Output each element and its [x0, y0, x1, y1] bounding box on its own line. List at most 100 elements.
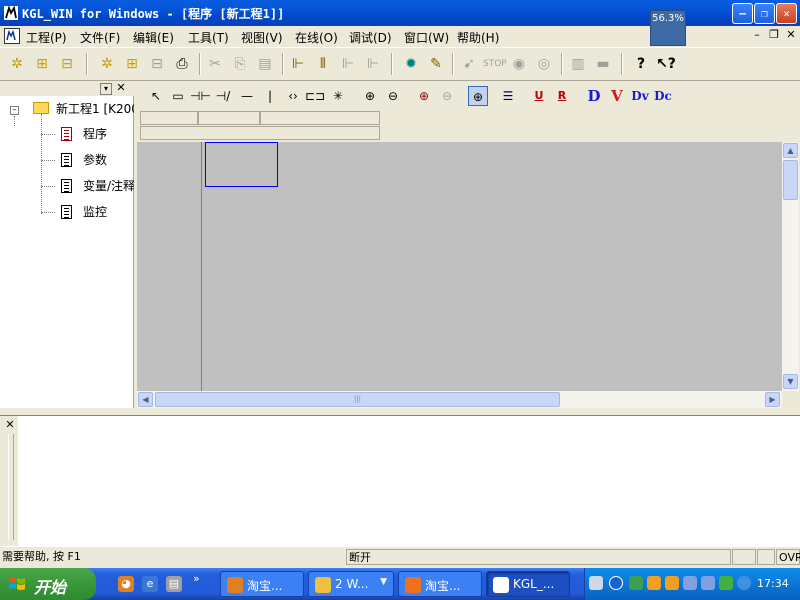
new-project-icon[interactable]: ✲	[6, 53, 28, 75]
context-help-icon[interactable]: ↖?	[655, 53, 677, 75]
ladder-delete-icon[interactable]: ⊩	[337, 53, 359, 75]
scroll-up-icon[interactable]: ▲	[783, 143, 798, 158]
pin-icon[interactable]: ▾	[100, 83, 112, 95]
horizontal-scroll-thumb[interactable]: |||	[155, 392, 560, 407]
save-project-icon[interactable]: ⊟	[56, 53, 78, 75]
zoom-fit-icon[interactable]: ⊕	[468, 86, 488, 106]
vertical-line-icon[interactable]: |	[260, 86, 280, 106]
align-icon[interactable]: ☰	[498, 86, 518, 106]
menu-project[interactable]: 工程(P)	[26, 29, 67, 46]
messenger-icon[interactable]	[719, 576, 733, 590]
task-kgl[interactable]: KGL_...	[486, 571, 570, 597]
ladder-insert-icon[interactable]: ⊩	[287, 53, 309, 75]
open-file-icon[interactable]: ⊞	[121, 53, 143, 75]
tree-close-icon[interactable]: ✕	[115, 82, 127, 95]
network-field[interactable]	[198, 111, 260, 125]
connect-icon[interactable]: ▥	[567, 53, 589, 75]
coil-icon[interactable]: ‹›	[283, 86, 303, 106]
disconnect-icon[interactable]: ▬	[592, 53, 614, 75]
mdi-restore-icon[interactable]: ❐	[767, 28, 781, 42]
print-icon[interactable]: ⎙	[171, 53, 193, 75]
menu-window[interactable]: 窗口(W)	[404, 29, 449, 46]
qq-icon[interactable]	[647, 576, 661, 590]
box-tool-icon[interactable]: ▭	[168, 86, 188, 106]
function-block-icon[interactable]: ⊏⊐	[305, 86, 325, 106]
tree-item-program[interactable]: 程序	[83, 125, 107, 143]
device-dc-icon[interactable]: Dc	[653, 86, 673, 106]
comment-field[interactable]	[260, 111, 380, 125]
zoom-out-large-icon[interactable]: ⊖	[437, 86, 457, 106]
ladder-compile-icon[interactable]: ⊩	[362, 53, 384, 75]
kgl-app-icon[interactable]	[3, 5, 19, 21]
ladder-editor[interactable]	[137, 142, 782, 391]
start-button[interactable]: 开始	[0, 568, 96, 600]
paste-icon[interactable]: ▤	[254, 53, 276, 75]
menu-help[interactable]: 帮助(H)	[457, 29, 499, 46]
task-taobao-1[interactable]: 淘宝...	[220, 571, 304, 597]
document-icon[interactable]	[4, 28, 20, 44]
tree-root-project[interactable]: 新工程1 [K200	[56, 100, 134, 118]
task-explorer[interactable]: 2 W... ▼	[308, 571, 394, 597]
network-connection-icon[interactable]	[683, 576, 697, 590]
run-icon[interactable]: ➹	[458, 53, 480, 75]
output-grip[interactable]	[8, 434, 14, 540]
quicklaunch-more-icon[interactable]: »	[193, 572, 200, 585]
qq-icon[interactable]	[665, 576, 679, 590]
edit-cursor[interactable]	[205, 142, 278, 187]
menu-file[interactable]: 文件(F)	[80, 29, 120, 46]
menu-debug[interactable]: 调试(D)	[349, 29, 392, 46]
address-field[interactable]	[140, 111, 198, 125]
select-arrow-icon[interactable]: ↖	[146, 86, 166, 106]
vertical-scrollbar[interactable]: ▲ ▼	[782, 142, 799, 391]
output-pane[interactable]: ✕	[0, 416, 800, 546]
device-d-icon[interactable]: D	[584, 86, 604, 106]
tray-back-icon[interactable]	[609, 576, 623, 590]
nc-contact-icon[interactable]: ⊣/⊢	[213, 86, 233, 123]
help-icon[interactable]: ?	[630, 53, 652, 75]
output-close-icon[interactable]: ✕	[4, 419, 16, 432]
tree-item-monitor[interactable]: 监控	[83, 203, 107, 221]
zoom-in-icon[interactable]: ⊕	[360, 86, 380, 106]
horizontal-line-icon[interactable]: —	[237, 86, 257, 106]
scroll-left-icon[interactable]: ◀	[138, 392, 153, 407]
network-icon[interactable]	[629, 576, 643, 590]
monitor-icon[interactable]: ◉	[508, 53, 530, 75]
clock[interactable]: 17:34	[757, 577, 789, 590]
keyboard-icon[interactable]	[589, 576, 603, 590]
description-field[interactable]	[140, 126, 380, 140]
tree-item-variables[interactable]: 变量/注释	[83, 177, 134, 195]
device-v-icon[interactable]: V	[607, 86, 627, 106]
zoom-in-large-icon[interactable]: ⊕	[414, 86, 434, 106]
network-connection-icon[interactable]	[701, 576, 715, 590]
mdi-minimize-icon[interactable]: –	[750, 28, 764, 42]
restore-button[interactable]: ❐	[754, 3, 775, 24]
minimize-button[interactable]: –	[732, 3, 753, 24]
scroll-right-icon[interactable]: ▶	[765, 392, 780, 407]
ie-icon[interactable]: e	[142, 576, 158, 592]
menu-view[interactable]: 视图(V)	[241, 29, 283, 46]
open-project-icon[interactable]: ⊞	[31, 53, 53, 75]
notepad-icon[interactable]: ▤	[166, 576, 182, 592]
save-file-icon[interactable]: ⊟	[146, 53, 168, 75]
delete-element-icon[interactable]: ✳	[328, 86, 348, 106]
scroll-down-icon[interactable]: ▼	[783, 374, 798, 389]
cut-icon[interactable]: ✂	[204, 53, 226, 75]
zoom-out-icon[interactable]: ⊖	[383, 86, 403, 106]
monitor-stop-icon[interactable]: ◎	[533, 53, 555, 75]
stop-icon[interactable]: STOP	[483, 53, 507, 75]
menu-tools[interactable]: 工具(T)	[188, 29, 229, 46]
pane-splitter[interactable]	[0, 408, 800, 416]
ie-tray-icon[interactable]	[737, 576, 751, 590]
mdi-close-icon[interactable]: ✕	[784, 28, 798, 42]
menu-online[interactable]: 在线(O)	[295, 29, 338, 46]
horizontal-scrollbar[interactable]: ◀ ||| ▶	[137, 391, 782, 408]
redo-icon[interactable]: R	[552, 86, 572, 106]
vertical-scroll-thumb[interactable]	[783, 160, 798, 200]
device-dv-icon[interactable]: Dv	[630, 86, 650, 106]
tree-item-parameters[interactable]: 参数	[83, 151, 107, 169]
no-contact-icon[interactable]: ⊣⊢	[190, 86, 211, 106]
copy-icon[interactable]: ⎘	[229, 53, 251, 75]
download-icon[interactable]: ✎	[425, 53, 447, 75]
firefox-icon[interactable]: ◕	[118, 576, 134, 592]
ladder-branch-icon[interactable]: ⫴	[312, 53, 334, 75]
